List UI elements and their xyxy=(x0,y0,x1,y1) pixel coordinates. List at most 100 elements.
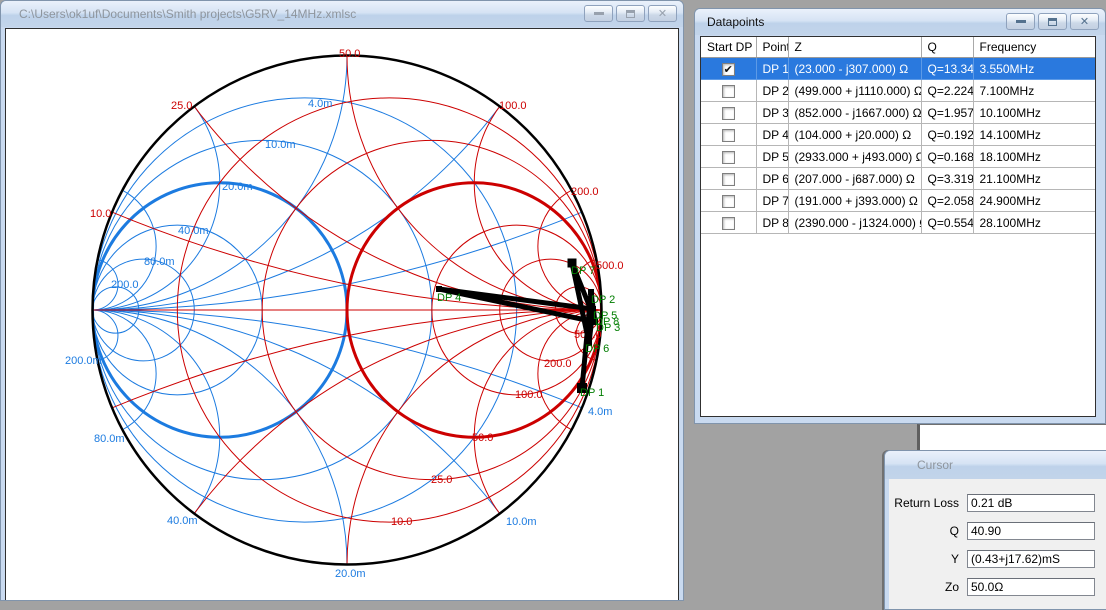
table-row[interactable]: DP 5(2933.000 + j493.000) ΩQ=0.16818.100… xyxy=(701,146,1095,168)
table-row[interactable]: DP 8(2390.000 - j1324.000) ΩQ=0.55428.10… xyxy=(701,212,1095,234)
z-cell: (499.000 + j1110.000) Ω xyxy=(788,80,921,102)
start-dp-cell xyxy=(701,168,756,190)
datapoint-trace xyxy=(439,263,595,388)
table-row[interactable]: DP 4(104.000 + j20.000) ΩQ=0.19214.100MH… xyxy=(701,124,1095,146)
column-header-frequency[interactable]: Frequency xyxy=(973,37,1095,58)
start-dp-cell xyxy=(701,190,756,212)
table-row[interactable]: ✔ DP 1(23.000 - j307.000) ΩQ=13.3483.550M… xyxy=(701,58,1095,80)
impedance-axis-label: 200.0 xyxy=(571,186,599,198)
maximize-button[interactable] xyxy=(1038,13,1067,30)
cursor-window-titlebar[interactable]: Cursor xyxy=(885,451,1106,479)
impedance-axis-label: 100.0 xyxy=(515,389,543,401)
point-cell: DP 8 xyxy=(756,212,788,234)
minimize-button[interactable] xyxy=(1006,13,1035,30)
frequency-cell: 14.100MHz xyxy=(973,124,1095,146)
q-cell: Q=3.319 xyxy=(921,168,973,190)
admittance-axis-label: 10.0m xyxy=(265,139,296,151)
zo-field[interactable] xyxy=(967,578,1095,596)
cursor-window: Cursor Return Loss Q Y Zo xyxy=(884,450,1106,610)
maximize-icon xyxy=(626,10,635,18)
start-dp-checkbox[interactable] xyxy=(722,151,735,164)
impedance-axis-label: 50.0 xyxy=(472,432,493,444)
chart-window-titlebar[interactable]: C:\Users\ok1uf\Documents\Smith projects\… xyxy=(1,1,683,27)
q-cell: Q=0.554 xyxy=(921,212,973,234)
frequency-cell: 18.100MHz xyxy=(973,146,1095,168)
impedance-axis-label: 200.0 xyxy=(544,358,572,370)
point-cell: DP 5 xyxy=(756,146,788,168)
start-dp-checkbox[interactable] xyxy=(722,195,735,208)
datapoint-label: DP 1 xyxy=(580,387,604,399)
q-cell: Q=0.168 xyxy=(921,146,973,168)
cursor-window-title: Cursor xyxy=(917,458,953,472)
admittance-axis-label: 20.0m xyxy=(335,568,366,580)
q-label: Q xyxy=(889,524,967,538)
point-cell: DP 7 xyxy=(756,190,788,212)
point-cell: DP 6 xyxy=(756,168,788,190)
datapoints-table: Start DP Point Z Q Frequency ✔ DP 1(23.00… xyxy=(701,37,1095,234)
z-cell: (852.000 - j1667.000) Ω xyxy=(788,102,921,124)
column-header-q[interactable]: Q xyxy=(921,37,973,58)
start-dp-checkbox[interactable] xyxy=(722,107,735,120)
close-button[interactable]: ✕ xyxy=(1070,13,1099,30)
table-row[interactable]: DP 6(207.000 - j687.000) ΩQ=3.31921.100M… xyxy=(701,168,1095,190)
close-icon: ✕ xyxy=(658,8,667,19)
q-cell: Q=1.957 xyxy=(921,102,973,124)
chart-window-title: C:\Users\ok1uf\Documents\Smith projects\… xyxy=(19,7,356,21)
column-header-point[interactable]: Point xyxy=(756,37,788,58)
maximize-icon xyxy=(1048,18,1057,26)
smith-chart[interactable]: 10.025.050.0100.0200.0500.010.025.050.01… xyxy=(6,29,679,600)
q-cell: Q=0.192 xyxy=(921,124,973,146)
admittance-axis-label: 40.0m xyxy=(178,225,209,237)
z-cell: (2933.000 + j493.000) Ω xyxy=(788,146,921,168)
table-row[interactable]: DP 3(852.000 - j1667.000) ΩQ=1.95710.100… xyxy=(701,102,1095,124)
table-row[interactable]: DP 2(499.000 + j1110.000) ΩQ=2.2247.100M… xyxy=(701,80,1095,102)
column-header-start-dp[interactable]: Start DP xyxy=(701,37,756,58)
q-cell: Q=2.224 xyxy=(921,80,973,102)
datapoints-table-body: ✔ DP 1(23.000 - j307.000) ΩQ=13.3483.550M… xyxy=(701,58,1095,234)
datapoint-label: DP 2 xyxy=(591,294,615,306)
minimize-icon xyxy=(594,12,604,15)
z-cell: (191.000 + j393.000) Ω xyxy=(788,190,921,212)
y-field[interactable] xyxy=(967,550,1095,568)
admittance-axis-label: 10.0m xyxy=(506,516,537,528)
start-dp-cell xyxy=(701,212,756,234)
smith-chart-canvas[interactable]: 10.025.050.0100.0200.0500.010.025.050.01… xyxy=(5,28,679,600)
start-dp-cell xyxy=(701,80,756,102)
close-button[interactable]: ✕ xyxy=(648,5,677,22)
table-row[interactable]: DP 7(191.000 + j393.000) ΩQ=2.05824.900M… xyxy=(701,190,1095,212)
start-dp-cell xyxy=(701,146,756,168)
q-cell: Q=13.348 xyxy=(921,58,973,80)
q-field[interactable] xyxy=(967,522,1095,540)
datapoints-table-container: Start DP Point Z Q Frequency ✔ DP 1(23.00… xyxy=(700,36,1096,417)
chart-window: C:\Users\ok1uf\Documents\Smith projects\… xyxy=(0,0,684,601)
datapoint-label: DP 7 xyxy=(571,265,595,277)
start-dp-checkbox[interactable] xyxy=(722,129,735,142)
admittance-axis-label: 4.0m xyxy=(588,406,612,418)
start-dp-checkbox[interactable] xyxy=(722,85,735,98)
return-loss-field[interactable] xyxy=(967,494,1095,512)
minimize-button[interactable] xyxy=(584,5,613,22)
frequency-cell: 21.100MHz xyxy=(973,168,1095,190)
maximize-button[interactable] xyxy=(616,5,645,22)
start-dp-checkbox[interactable] xyxy=(722,173,735,186)
admittance-axis-label: 80.0m xyxy=(94,433,125,445)
frequency-cell: 7.100MHz xyxy=(973,80,1095,102)
impedance-axis-label: 500.0 xyxy=(596,260,624,272)
admittance-axis-label: 40.0m xyxy=(167,515,198,527)
point-cell: DP 2 xyxy=(756,80,788,102)
start-dp-cell xyxy=(701,102,756,124)
z-cell: (23.000 - j307.000) Ω xyxy=(788,58,921,80)
frequency-cell: 24.900MHz xyxy=(973,190,1095,212)
table-header-row: Start DP Point Z Q Frequency xyxy=(701,37,1095,58)
background-window-fragment[interactable] xyxy=(917,424,1106,450)
impedance-axis-label: 10.0 xyxy=(391,516,412,528)
point-cell: DP 1 xyxy=(756,58,788,80)
admittance-axis-label: 4.0m xyxy=(308,98,332,110)
frequency-cell: 10.100MHz xyxy=(973,102,1095,124)
start-dp-checkbox[interactable] xyxy=(722,217,735,230)
column-header-z[interactable]: Z xyxy=(788,37,921,58)
datapoints-window-titlebar[interactable]: Datapoints ✕ xyxy=(695,9,1105,35)
start-dp-cell: ✔ xyxy=(701,58,756,80)
start-dp-checkbox[interactable]: ✔ xyxy=(722,63,735,76)
frequency-cell: 3.550MHz xyxy=(973,58,1095,80)
